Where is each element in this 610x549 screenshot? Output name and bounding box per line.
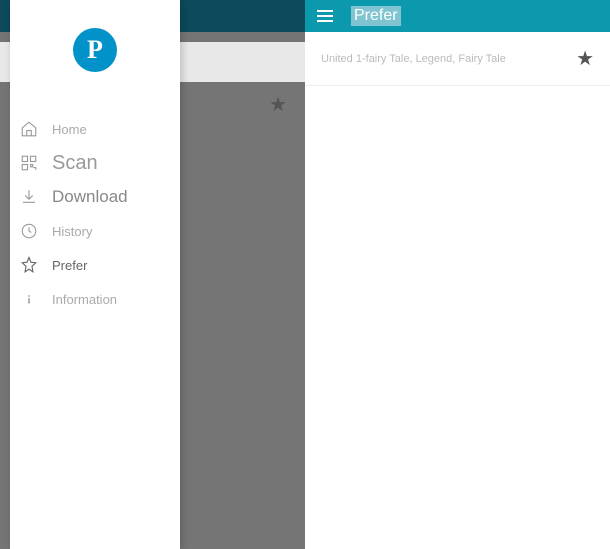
- history-icon: [20, 222, 38, 240]
- download-icon: [20, 188, 38, 206]
- list-item[interactable]: United 1-fairy Tale, Legend, Fairy Tale …: [305, 32, 610, 86]
- sidebar-item-scan[interactable]: Scan: [20, 146, 180, 180]
- sidebar-item-download[interactable]: Download: [20, 180, 180, 214]
- sidebar-item-prefer[interactable]: Prefer: [20, 248, 180, 282]
- star-icon[interactable]: ★: [576, 46, 594, 71]
- sidebar-item-home[interactable]: Home: [20, 112, 180, 146]
- home-icon: [20, 120, 38, 138]
- sidebar-drawer: P Home Scan Download Hi: [10, 0, 180, 549]
- sidebar-item-label: Scan: [52, 152, 98, 175]
- sidebar-item-label: Prefer: [52, 258, 87, 273]
- star-outline-icon: [20, 256, 38, 274]
- content-header: Prefer: [305, 0, 610, 32]
- page-title: Prefer: [351, 6, 401, 26]
- sidebar-item-label: History: [52, 224, 92, 239]
- sidebar-item-label: Home: [52, 122, 87, 137]
- sidebar-item-label: Download: [52, 187, 128, 207]
- qr-icon: [20, 154, 38, 172]
- info-icon: [20, 290, 38, 308]
- sidebar-item-label: Information: [52, 292, 117, 307]
- sidebar-item-history[interactable]: History: [20, 214, 180, 248]
- sidebar-item-information[interactable]: Information: [20, 282, 180, 316]
- logo-container: P: [10, 0, 180, 112]
- content-panel: Prefer United 1-fairy Tale, Legend, Fair…: [305, 0, 610, 549]
- app-logo[interactable]: P: [73, 28, 117, 72]
- star-icon: ★: [269, 92, 287, 117]
- hamburger-icon[interactable]: [317, 10, 333, 22]
- nav-list: Home Scan Download History: [10, 112, 180, 316]
- list-item-label: United 1-fairy Tale, Legend, Fairy Tale: [321, 53, 506, 65]
